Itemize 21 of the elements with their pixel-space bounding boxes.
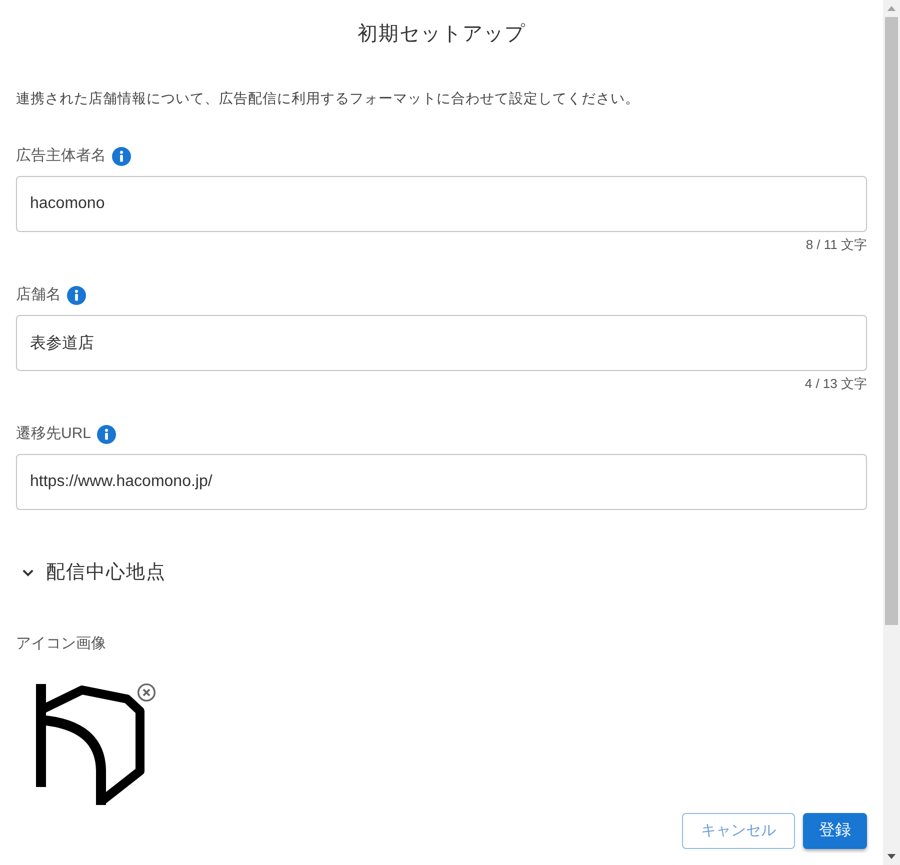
accordion-title[interactable]: 配信中心地点 xyxy=(46,559,166,587)
scrollbar-thumb[interactable] xyxy=(885,17,898,625)
image-label: アイコン画像 xyxy=(16,634,106,654)
info-icon[interactable] xyxy=(67,286,86,304)
character-counter: 8 / 11 文字 xyxy=(806,236,867,254)
chevron-icon[interactable] xyxy=(22,569,34,577)
text-input[interactable]: https://www.hacomono.jp/ xyxy=(16,454,867,510)
description-text: 連携された店舗情報について、広告配信に利用するフォーマットに合わせて設定してください。 xyxy=(16,89,640,108)
scrollbar[interactable] xyxy=(883,0,900,865)
field-label: 店舗名 xyxy=(16,285,61,305)
scroll-down-icon[interactable] xyxy=(887,854,896,859)
character-counter: 4 / 13 文字 xyxy=(804,375,867,393)
field-label: 広告主体者名 xyxy=(16,146,106,166)
close-icon[interactable] xyxy=(137,683,156,702)
text-input[interactable]: hacomono xyxy=(16,176,867,232)
submit-button[interactable]: 登録 xyxy=(803,813,867,849)
field-label: 遷移先URL xyxy=(16,424,92,444)
text-input[interactable]: 表参道店 xyxy=(16,315,867,371)
info-icon[interactable] xyxy=(112,146,131,166)
info-icon[interactable] xyxy=(97,424,116,444)
dialog-title: 初期セットアップ xyxy=(358,22,526,47)
